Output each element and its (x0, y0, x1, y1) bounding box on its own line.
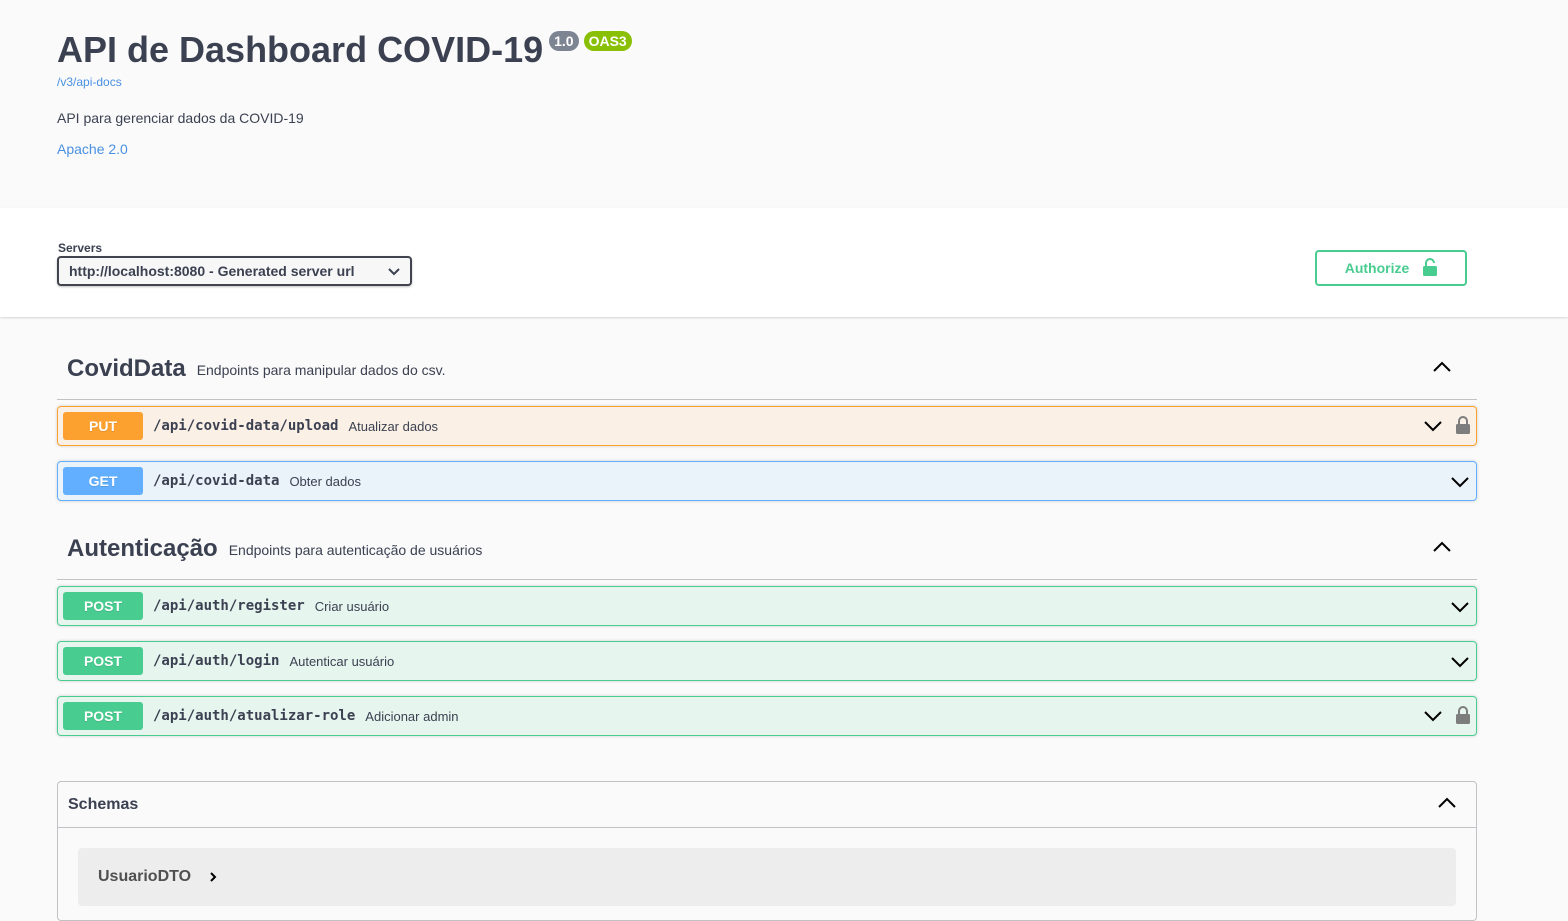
operation-summary: Criar usuário (314, 598, 390, 614)
servers-selected-value: http://localhost:8080 - Generated server… (69, 263, 355, 279)
chevron-down-icon[interactable] (1451, 600, 1469, 618)
tag-description: Endpoints para autenticação de usuários (228, 541, 483, 558)
chevron-down-icon[interactable] (1451, 475, 1469, 493)
lock-icon[interactable] (1456, 706, 1470, 729)
tag-section-autenticacao[interactable]: Autenticação Endpoints para autenticação… (57, 518, 1477, 580)
schemas-header[interactable]: Schemas (58, 782, 1476, 828)
operation-path: /api/auth/login (153, 653, 280, 669)
chevron-up-icon[interactable] (1433, 540, 1451, 558)
schemas-title: Schemas (68, 795, 139, 813)
authorize-button[interactable]: Authorize (1315, 250, 1467, 286)
unlock-icon (1423, 257, 1438, 279)
tag-name: Autenticação (67, 534, 218, 562)
method-badge: GET (63, 467, 143, 495)
spec-url-link[interactable]: /v3/api-docs (57, 75, 122, 89)
oas-badge: OAS3 (583, 31, 632, 51)
title-row: API de Dashboard COVID-19 1.0 OAS3 (57, 28, 632, 72)
operation-summary: Adicionar admin (365, 708, 459, 724)
operation-path: /api/auth/atualizar-role (153, 708, 356, 724)
chevron-up-icon[interactable] (1433, 360, 1451, 378)
operation-post-register[interactable]: POST /api/auth/register Criar usuário (57, 586, 1477, 626)
operation-path: /api/covid-data (153, 473, 280, 489)
version-badge: 1.0 (549, 31, 579, 51)
schema-name: UsuarioDTO (98, 868, 192, 885)
operation-path: /api/auth/register (153, 598, 305, 614)
operation-path: /api/covid-data/upload (153, 418, 339, 434)
operation-summary: Autenticar usuário (289, 653, 395, 669)
method-badge: POST (63, 647, 143, 675)
operation-post-login[interactable]: POST /api/auth/login Autenticar usuário (57, 641, 1477, 681)
tag-description: Endpoints para manipular dados do csv. (196, 361, 446, 378)
scheme-container: Servers http://localhost:8080 - Generate… (0, 208, 1568, 317)
servers-select[interactable]: http://localhost:8080 - Generated server… (57, 256, 412, 286)
chevron-down-icon (388, 263, 400, 279)
tag-section-coviddata[interactable]: CovidData Endpoints para manipular dados… (57, 338, 1477, 400)
method-badge: PUT (63, 412, 143, 440)
chevron-up-icon[interactable] (1438, 796, 1456, 814)
chevron-down-icon[interactable] (1451, 655, 1469, 673)
schema-item[interactable]: UsuarioDTO (78, 848, 1456, 906)
operation-post-atualizar-role[interactable]: POST /api/auth/atualizar-role Adicionar … (57, 696, 1477, 736)
tag-name: CovidData (67, 354, 186, 382)
authorize-label: Authorize (1344, 260, 1410, 276)
operation-get-covid-data[interactable]: GET /api/covid-data Obter dados (57, 461, 1477, 501)
operation-summary: Atualizar dados (348, 418, 439, 434)
api-description: API para gerenciar dados da COVID-19 (57, 110, 304, 126)
lock-icon[interactable] (1456, 416, 1470, 439)
servers-label: Servers (58, 241, 103, 255)
schemas-section: Schemas UsuarioDTO (57, 781, 1477, 921)
operation-summary: Obter dados (289, 473, 361, 489)
chevron-down-icon[interactable] (1424, 419, 1442, 437)
info-section: API de Dashboard COVID-19 1.0 OAS3 /v3/a… (0, 0, 1568, 208)
chevron-right-icon[interactable] (209, 870, 217, 888)
method-badge: POST (63, 592, 143, 620)
method-badge: POST (63, 702, 143, 730)
license-link[interactable]: Apache 2.0 (57, 141, 128, 157)
operation-put-upload[interactable]: PUT /api/covid-data/upload Atualizar dad… (57, 406, 1477, 446)
chevron-down-icon[interactable] (1424, 709, 1442, 727)
page-title: API de Dashboard COVID-19 (57, 29, 544, 70)
